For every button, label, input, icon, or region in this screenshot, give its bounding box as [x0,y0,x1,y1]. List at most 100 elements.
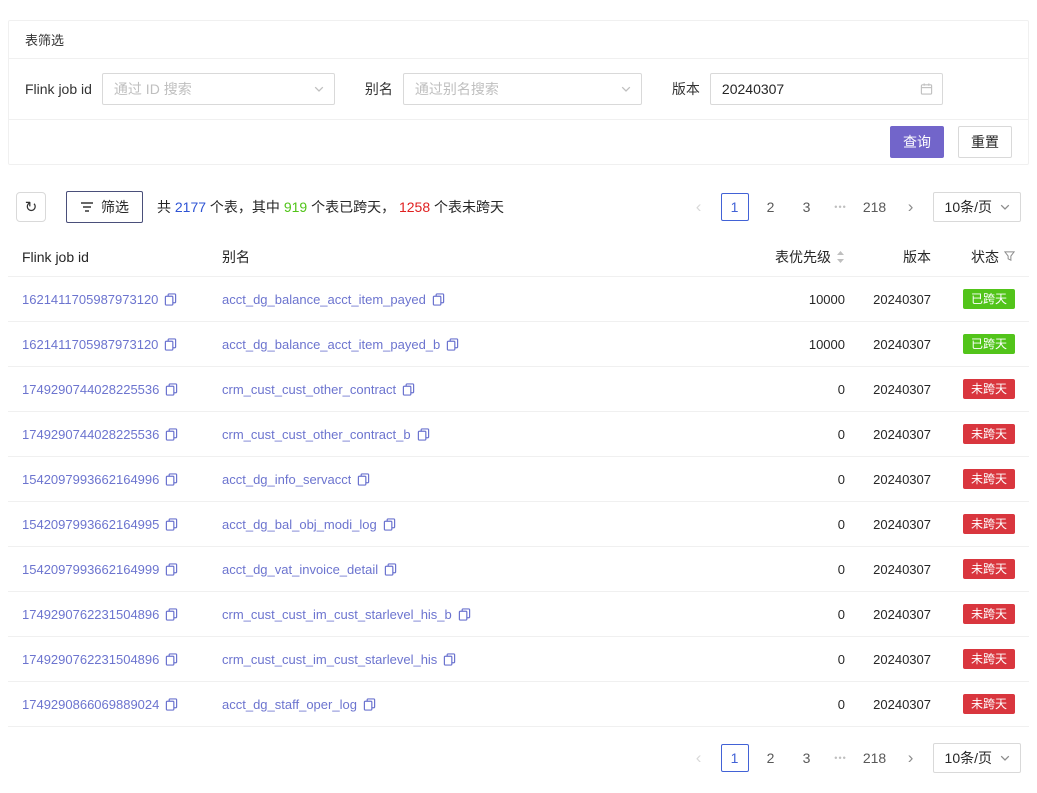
flink-job-id-link[interactable]: 1749290762231504896 [22,607,159,622]
alias-select[interactable] [403,73,642,105]
table-row: 1621411705987973120 acct_dg_balance_acct… [8,277,1029,322]
flink-job-id-link[interactable]: 1542097993662164996 [22,472,159,487]
copy-icon[interactable] [164,293,177,306]
version-input[interactable] [722,81,912,97]
copy-icon[interactable] [164,338,177,351]
priority-cell: 0 [725,427,845,442]
copy-icon[interactable] [432,293,445,306]
version-cell: 20240307 [845,562,931,577]
priority-cell: 0 [725,652,845,667]
page-button-1[interactable]: 1 [721,744,749,772]
flink-job-id-input[interactable] [114,81,304,97]
flink-job-id-link[interactable]: 1621411705987973120 [22,292,158,307]
status-badge: 未跨天 [963,649,1015,669]
alias-link[interactable]: crm_cust_cust_im_cust_starlevel_his_b [222,607,452,622]
copy-icon[interactable] [165,428,178,441]
page-button-218[interactable]: 218 [861,193,889,221]
priority-cell: 10000 [725,337,845,352]
flink-job-id-field: Flink job id [25,73,335,105]
status-badge: 未跨天 [963,469,1015,489]
flink-job-id-link[interactable]: 1749290762231504896 [22,652,159,667]
reset-button[interactable]: 重置 [958,126,1012,158]
flink-job-id-link[interactable]: 1542097993662164995 [22,517,159,532]
alias-label: 别名 [365,79,393,99]
page-size-select[interactable]: 10条/页 [933,743,1021,773]
copy-icon[interactable] [363,698,376,711]
alias-link[interactable]: crm_cust_cust_im_cust_starlevel_his [222,652,437,667]
pagination-ellipsis: ••• [829,202,853,212]
filter-toggle-label: 筛选 [101,197,129,217]
copy-icon[interactable] [402,383,415,396]
page-button-3[interactable]: 3 [793,193,821,221]
page-button-2[interactable]: 2 [757,193,785,221]
version-cell: 20240307 [845,697,931,712]
table-row: 1749290744028225536 crm_cust_cust_other_… [8,367,1029,412]
alias-input[interactable] [415,81,611,97]
refresh-button[interactable]: ↻ [16,192,46,222]
copy-icon[interactable] [165,563,178,576]
prev-page-button[interactable]: ‹ [685,744,713,772]
copy-icon[interactable] [443,653,456,666]
copy-icon[interactable] [165,518,178,531]
status-badge: 未跨天 [963,379,1015,399]
copy-icon[interactable] [165,383,178,396]
alias-link[interactable]: acct_dg_balance_acct_item_payed_b [222,337,440,352]
status-badge: 已跨天 [963,289,1015,309]
alias-link[interactable]: crm_cust_cust_other_contract [222,382,396,397]
filter-toggle-button[interactable]: 筛选 [66,191,143,223]
version-cell: 20240307 [845,652,931,667]
priority-cell: 10000 [725,292,845,307]
filter-actions: 查询 重置 [9,120,1028,164]
header-flink-job-id: Flink job id [22,249,222,265]
copy-icon[interactable] [165,608,178,621]
page-button-218[interactable]: 218 [861,744,889,772]
summary-part4: 个表未跨天 [430,199,504,215]
flink-job-id-link[interactable]: 1749290744028225536 [22,382,159,397]
summary-part1: 共 [157,199,175,215]
next-page-button[interactable]: › [897,193,925,221]
status-badge: 未跨天 [963,694,1015,714]
copy-icon[interactable] [458,608,471,621]
status-badge: 已跨天 [963,334,1015,354]
next-page-button[interactable]: › [897,744,925,772]
pagination-bottom-wrap: ‹ 1 2 3 ••• 218 › 10条/页 [16,743,1021,773]
priority-cell: 0 [725,517,845,532]
alias-link[interactable]: acct_dg_info_servacct [222,472,351,487]
results-table: Flink job id 别名 表优先级 版本 状态 1621411705987… [8,237,1029,727]
copy-icon[interactable] [417,428,430,441]
copy-icon[interactable] [383,518,396,531]
pagination-top: ‹ 1 2 3 ••• 218 › 10条/页 [685,192,1021,222]
query-button[interactable]: 查询 [890,126,944,158]
alias-link[interactable]: crm_cust_cust_other_contract_b [222,427,411,442]
page-button-2[interactable]: 2 [757,744,785,772]
version-cell: 20240307 [845,292,931,307]
copy-icon[interactable] [165,698,178,711]
copy-icon[interactable] [446,338,459,351]
alias-link[interactable]: acct_dg_bal_obj_modi_log [222,517,377,532]
sort-icon[interactable] [836,250,845,264]
flink-job-id-select[interactable] [102,73,335,105]
flink-job-id-link[interactable]: 1621411705987973120 [22,337,158,352]
table-row: 1749290762231504896 crm_cust_cust_im_cus… [8,637,1029,682]
prev-page-button[interactable]: ‹ [685,193,713,221]
alias-link[interactable]: acct_dg_staff_oper_log [222,697,357,712]
version-date-picker[interactable] [710,73,943,105]
filter-funnel-icon[interactable] [1004,251,1015,262]
page-button-3[interactable]: 3 [793,744,821,772]
page-size-label: 10条/页 [945,748,992,768]
summary-part3: 个表已跨天， [307,199,399,215]
priority-cell: 0 [725,382,845,397]
priority-cell: 0 [725,697,845,712]
copy-icon[interactable] [384,563,397,576]
page-size-select[interactable]: 10条/页 [933,192,1021,222]
page-button-1[interactable]: 1 [721,193,749,221]
copy-icon[interactable] [357,473,370,486]
flink-job-id-link[interactable]: 1749290744028225536 [22,427,159,442]
copy-icon[interactable] [165,473,178,486]
alias-link[interactable]: acct_dg_balance_acct_item_payed [222,292,426,307]
flink-job-id-link[interactable]: 1542097993662164999 [22,562,159,577]
chevron-down-icon [313,83,325,95]
copy-icon[interactable] [165,653,178,666]
flink-job-id-link[interactable]: 1749290866069889024 [22,697,159,712]
alias-link[interactable]: acct_dg_vat_invoice_detail [222,562,378,577]
